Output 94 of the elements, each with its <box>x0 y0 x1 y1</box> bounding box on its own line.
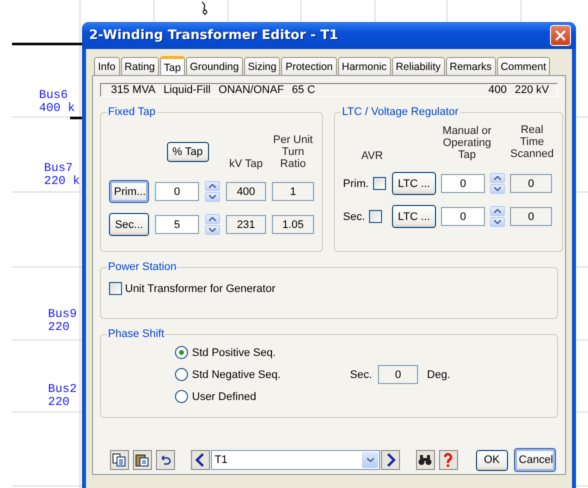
close-button[interactable] <box>550 25 571 46</box>
undo-icon <box>159 455 172 465</box>
scanned-tap-field[interactable]: 0 <box>510 207 552 226</box>
column-heading: kV Tap <box>228 158 264 170</box>
bus-voltage: 400 k <box>39 102 76 115</box>
column-heading: Per Unit Turn Ratio <box>272 134 314 170</box>
tap-input[interactable]: 0 <box>441 174 485 193</box>
spin-down-button[interactable] <box>490 184 505 194</box>
undo-button[interactable] <box>156 450 175 470</box>
kv-tap-field[interactable]: 231 <box>226 215 266 234</box>
find-button[interactable] <box>416 450 435 470</box>
tab[interactable]: Harmonic <box>338 57 391 75</box>
avr-label: Prim. <box>343 178 369 190</box>
bus-name: Bus9 <box>48 308 77 321</box>
avr-label: Sec. <box>343 210 366 222</box>
primary-kv-text: 400 <box>488 84 507 96</box>
kv-tap-field[interactable]: 400 <box>226 182 266 201</box>
dropdown-value: T1 <box>214 454 228 466</box>
radio-label: Std Negative Seq. <box>192 368 282 380</box>
winding-button[interactable]: Prim... <box>109 180 149 203</box>
radio-button[interactable] <box>175 346 188 359</box>
ltc-button[interactable]: LTC ... <box>392 205 436 228</box>
checkbox-label: Unit Transformer for Generator <box>125 282 276 294</box>
copy-button[interactable] <box>110 450 129 470</box>
cancel-button[interactable]: Cancel <box>514 448 556 472</box>
radio-label: User Defined <box>192 390 256 402</box>
column-heading: Manual or Operating Tap <box>442 125 492 161</box>
question-mark-icon <box>443 453 454 467</box>
ok-button[interactable]: OK <box>476 450 508 470</box>
radio-button[interactable] <box>175 368 188 381</box>
tab[interactable]: Comment <box>496 57 550 75</box>
scanned-tap-field[interactable]: 0 <box>510 174 552 193</box>
element-dropdown[interactable]: T1 <box>210 450 380 470</box>
radio-label: Std Positive Seq. <box>192 346 276 358</box>
group-title: Phase Shift <box>107 328 166 340</box>
rating-text: 315 MVA <box>111 84 156 96</box>
bus-voltage: 220 <box>48 321 70 334</box>
spin-up-button[interactable] <box>490 206 505 216</box>
secondary-kv-text: 220 kV <box>514 84 549 96</box>
tab[interactable]: Reliability <box>392 57 445 75</box>
cooling-text: ONAN/ONAF <box>218 84 284 96</box>
clipboard-icon <box>135 453 150 467</box>
type-text: Liquid-Fill <box>163 84 211 96</box>
checkbox[interactable] <box>109 282 122 295</box>
binoculars-icon <box>418 454 432 466</box>
temperature-text: 65 C <box>292 84 316 96</box>
tab[interactable]: Tap <box>160 56 185 76</box>
turn-ratio-field[interactable]: 1.05 <box>272 215 314 234</box>
turn-ratio-field[interactable]: 1 <box>272 182 314 201</box>
bus-line <box>70 116 82 120</box>
group-title: LTC / Voltage Regulator <box>341 106 460 118</box>
spin-up-button[interactable] <box>205 214 220 224</box>
radio-button[interactable] <box>175 390 188 403</box>
paste-button[interactable] <box>132 450 152 470</box>
spin-up-button[interactable] <box>490 173 505 183</box>
column-heading: Real Time Scanned <box>510 124 554 160</box>
tap-input[interactable]: 0 <box>155 182 199 201</box>
percent-tap-button[interactable]: % Tap <box>166 142 208 162</box>
angle-label: Sec. <box>350 368 372 380</box>
copy-icon <box>112 453 126 467</box>
bus-voltage: 220 k <box>44 175 80 188</box>
tap-input[interactable]: 0 <box>441 207 485 226</box>
close-icon <box>555 30 566 41</box>
group-title: Power Station <box>107 261 178 273</box>
chevron-right-icon <box>386 453 396 467</box>
tab[interactable]: Rating <box>120 57 159 75</box>
tab[interactable]: Sizing <box>244 57 280 75</box>
column-heading: AVR <box>360 150 384 162</box>
spin-down-button[interactable] <box>205 192 220 202</box>
ltc-button[interactable]: LTC ... <box>392 172 436 195</box>
bus-name: Bus6 <box>39 89 68 102</box>
spin-down-button[interactable] <box>490 217 505 227</box>
tab[interactable]: Remarks <box>446 57 496 75</box>
angle-field[interactable]: 0 <box>378 365 418 384</box>
next-button[interactable] <box>381 450 400 470</box>
bus-name: Bus7 <box>44 162 73 175</box>
previous-button[interactable] <box>190 450 210 470</box>
avr-checkbox[interactable] <box>372 177 386 190</box>
bus-voltage: 220 <box>48 396 70 409</box>
bus-name: Bus2 <box>48 383 77 396</box>
spin-down-button[interactable] <box>205 225 220 235</box>
help-button[interactable] <box>438 450 458 470</box>
tab[interactable]: Protection <box>281 57 337 75</box>
avr-checkbox[interactable] <box>369 210 382 223</box>
angle-unit: Deg. <box>427 368 450 380</box>
bus-line <box>12 42 82 46</box>
tab[interactable]: Info <box>94 57 120 75</box>
spin-up-button[interactable] <box>205 181 220 191</box>
tap-input[interactable]: 5 <box>155 215 199 234</box>
tab[interactable]: Grounding <box>186 57 243 75</box>
winding-button[interactable]: Sec... <box>109 213 149 236</box>
window-title: 2-Winding Transformer Editor - T1 <box>89 28 338 43</box>
group-title: Fixed Tap <box>107 106 156 118</box>
chevron-left-icon <box>195 453 206 467</box>
